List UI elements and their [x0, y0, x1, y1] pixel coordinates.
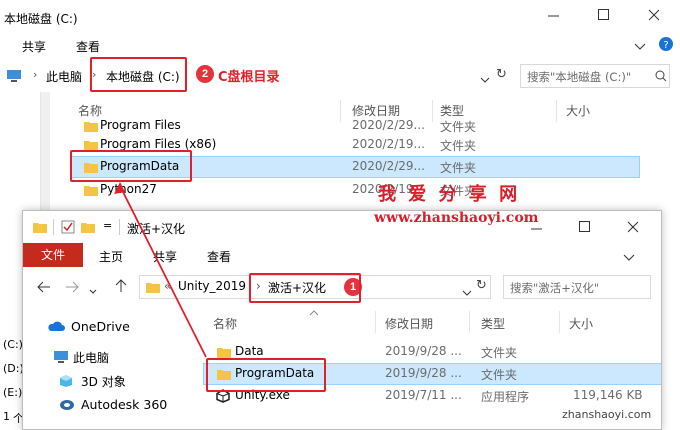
annotation-arrow [114, 182, 207, 358]
